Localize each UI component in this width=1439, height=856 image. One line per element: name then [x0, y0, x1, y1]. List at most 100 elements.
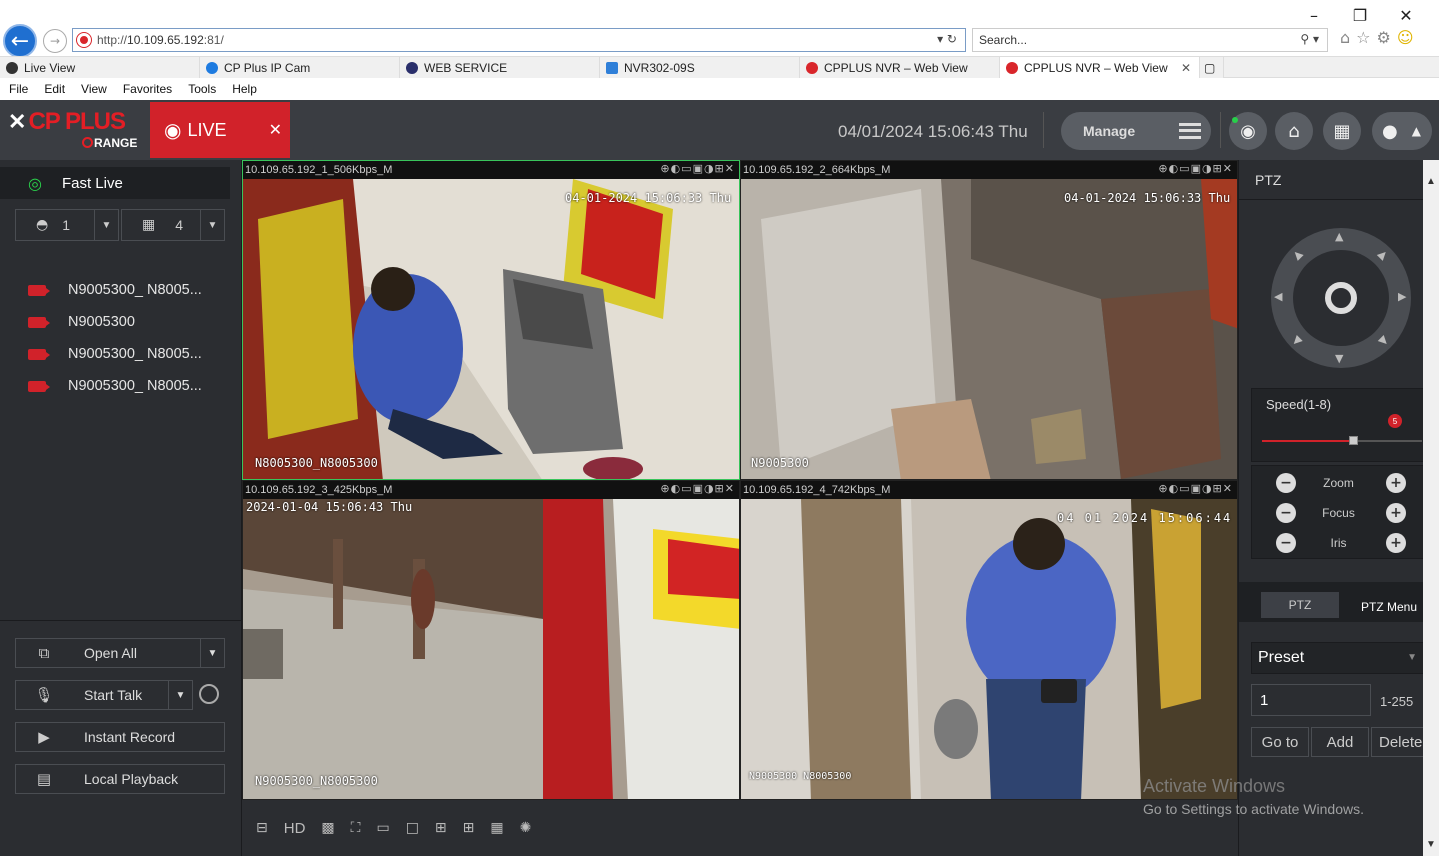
speed-slider[interactable] — [1262, 436, 1422, 445]
tab-cp-plus-ip-cam[interactable]: CP Plus IP Cam — [200, 57, 400, 78]
live-tab[interactable]: ◉ LIVE ✕ — [150, 102, 290, 158]
tab-ptz[interactable]: PTZ — [1261, 592, 1339, 618]
iris-plus-icon[interactable]: + — [1386, 533, 1406, 553]
focus-minus-icon[interactable]: − — [1276, 503, 1296, 523]
goto-preset-button[interactable]: Go to — [1251, 727, 1309, 757]
aspect-ratio-icon[interactable]: ⊟ — [256, 820, 268, 836]
chevron-down-icon[interactable]: ▼ — [168, 681, 192, 709]
layout-6-icon[interactable]: ⊞ — [463, 820, 475, 836]
favorites-star-icon[interactable]: ☆ — [1356, 28, 1370, 47]
video-tile-1[interactable]: 10.109.65.192_1_506Kbps_M ⊕◐▭▣◑⊞✕ 04-01-2… — [242, 160, 740, 480]
zoom-plus-icon[interactable]: + — [1386, 473, 1406, 493]
video-feed — [243, 179, 739, 479]
address-bar[interactable]: http://10.109.65.192:81/ ▾ ↻ — [72, 28, 966, 52]
camera-list-item[interactable]: N9005300_ N8005... — [28, 374, 228, 398]
user-menu-button[interactable]: ● ▲ — [1372, 112, 1432, 150]
chevron-down-icon[interactable]: ▼ — [94, 210, 118, 240]
hd-toggle[interactable]: HD — [284, 820, 306, 837]
local-playback-button[interactable]: ▤ Local Playback — [15, 764, 225, 794]
smart-icon[interactable]: ▩ — [321, 820, 334, 836]
manage-button[interactable]: Manage — [1061, 112, 1211, 150]
add-preset-button[interactable]: Add — [1311, 727, 1369, 757]
open-all-button[interactable]: ⧉ Open All ▼ — [15, 638, 225, 668]
talk-record-toggle[interactable] — [199, 684, 219, 704]
menu-help[interactable]: Help — [223, 82, 264, 96]
home-icon[interactable]: ⌂ — [1340, 28, 1350, 47]
tab-ptz-menu[interactable]: PTZ Menu — [1361, 600, 1417, 614]
close-window-button[interactable]: ✕ — [1383, 4, 1429, 26]
menu-favorites[interactable]: Favorites — [114, 82, 179, 96]
tab-web-service[interactable]: WEB SERVICE — [400, 57, 600, 78]
layout-single-icon[interactable]: □ — [406, 820, 419, 836]
stream-select[interactable]: ◓ 1 ▼ — [15, 209, 119, 241]
page-scrollbar[interactable]: ▲ ▼ — [1423, 160, 1439, 856]
back-arrow-icon[interactable]: ← — [3, 24, 37, 58]
qr-code-button[interactable]: ▦ — [1323, 112, 1361, 150]
pan-up-right-arrow-icon[interactable]: ▲ — [1376, 247, 1391, 262]
pan-up-arrow-icon[interactable]: ▲ — [1335, 230, 1343, 243]
video-tile-4[interactable]: 10.109.65.192_4_742Kbps_M ⊕◐▭▣◑⊞✕ 04 01 2… — [740, 480, 1238, 800]
fast-live-header[interactable]: ◎ Fast Live — [0, 167, 230, 199]
preset-number-input[interactable]: 1 — [1251, 684, 1371, 716]
minimize-button[interactable]: – — [1291, 4, 1337, 26]
layout-1-icon[interactable]: ▭ — [376, 820, 389, 836]
pan-down-left-arrow-icon[interactable]: ▼ — [1290, 333, 1305, 348]
tab-favicon-icon — [606, 61, 618, 74]
display-settings-icon[interactable]: ✺ — [520, 820, 532, 836]
divider — [1220, 112, 1221, 148]
close-live-tab-icon[interactable]: ✕ — [269, 120, 282, 139]
refresh-icon[interactable]: ▾ ↻ — [937, 32, 957, 46]
pan-down-arrow-icon[interactable]: ▼ — [1335, 352, 1343, 365]
zoom-minus-icon[interactable]: − — [1276, 473, 1296, 493]
tile-controls-icons[interactable]: ⊕◐▭▣◑⊞✕ — [660, 482, 735, 495]
menu-tools[interactable]: Tools — [179, 82, 223, 96]
camera-list-item[interactable]: N9005300_ N8005... — [28, 342, 228, 366]
instant-record-button[interactable]: ▶ Instant Record — [15, 722, 225, 752]
delete-preset-button[interactable]: Delete — [1371, 727, 1424, 757]
pan-right-arrow-icon[interactable]: ▶ — [1398, 290, 1406, 303]
home-button[interactable]: ⌂ — [1275, 112, 1313, 150]
layout-select[interactable]: ▦ 4 ▼ — [121, 209, 225, 241]
iris-minus-icon[interactable]: − — [1276, 533, 1296, 553]
focus-plus-icon[interactable]: + — [1386, 503, 1406, 523]
video-tile-2[interactable]: 10.109.65.192_2_664Kbps_M ⊕◐▭▣◑⊞✕ 04-01-2… — [740, 160, 1238, 480]
forward-arrow-icon[interactable]: → — [43, 29, 67, 53]
preset-select[interactable]: Preset ▼ — [1251, 642, 1424, 674]
close-tab-icon[interactable]: ✕ — [1181, 61, 1191, 75]
tile-controls-icons[interactable]: ⊕◐▭▣◑⊞✕ — [660, 162, 735, 175]
chevron-down-icon[interactable]: ▼ — [200, 210, 224, 240]
ptz-joystick[interactable]: ▲ ▼ ◀ ▶ ▲ ▲ ▼ ▼ — [1271, 228, 1411, 368]
layout-4-icon[interactable]: ⊞ — [435, 820, 447, 836]
feedback-smiley-icon[interactable]: ☺ — [1397, 28, 1414, 47]
zoom-focus-iris-controls: Zoom − + Focus − + Iris − + — [1251, 465, 1424, 559]
camera-list-item[interactable]: N9005300_ N8005... — [28, 278, 228, 302]
tile-controls-icons[interactable]: ⊕◐▭▣◑⊞✕ — [1158, 482, 1233, 495]
video-tile-3[interactable]: 10.109.65.192_3_425Kbps_M ⊕◐▭▣◑⊞✕ 2024-01… — [242, 480, 740, 800]
camera-list-item[interactable]: N9005300 — [28, 310, 228, 334]
new-tab-button[interactable]: ▢ — [1200, 57, 1224, 78]
restore-button[interactable]: ❐ — [1337, 4, 1383, 26]
fullscreen-icon[interactable]: ⛶ — [351, 820, 361, 836]
pan-up-left-arrow-icon[interactable]: ▲ — [1290, 247, 1305, 262]
start-talk-button[interactable]: 🎙 Start Talk ▼ — [15, 680, 193, 710]
tile-controls-icons[interactable]: ⊕◐▭▣◑⊞✕ — [1158, 162, 1233, 175]
speed-slider-handle[interactable] — [1349, 436, 1358, 445]
osd-timestamp: 04-01-2024 15:06:33 Thu — [565, 191, 732, 205]
tab-live-view[interactable]: Live View — [0, 57, 200, 78]
settings-gear-icon[interactable]: ⚙ — [1377, 28, 1391, 47]
search-icon[interactable]: ⚲ ▾ — [1300, 32, 1319, 46]
chevron-down-icon[interactable]: ▼ — [200, 639, 224, 667]
tab-cpplus-nvr-active[interactable]: CPPLUS NVR – Web View ✕ — [1000, 57, 1200, 78]
pan-down-right-arrow-icon[interactable]: ▼ — [1376, 333, 1391, 348]
menu-edit[interactable]: Edit — [35, 82, 72, 96]
menu-view[interactable]: View — [72, 82, 114, 96]
tab-cpplus-nvr-1[interactable]: CPPLUS NVR – Web View — [800, 57, 1000, 78]
menu-file[interactable]: File — [0, 82, 35, 96]
search-input[interactable]: Search... ⚲ ▾ — [972, 28, 1328, 52]
scroll-up-icon[interactable]: ▲ — [1426, 176, 1436, 187]
pan-left-arrow-icon[interactable]: ◀ — [1274, 290, 1282, 303]
scroll-down-icon[interactable]: ▼ — [1426, 839, 1436, 850]
joystick-center[interactable] — [1325, 282, 1357, 314]
layout-8-icon[interactable]: ▦ — [490, 820, 503, 836]
tab-nvr302[interactable]: NVR302-09S — [600, 57, 800, 78]
